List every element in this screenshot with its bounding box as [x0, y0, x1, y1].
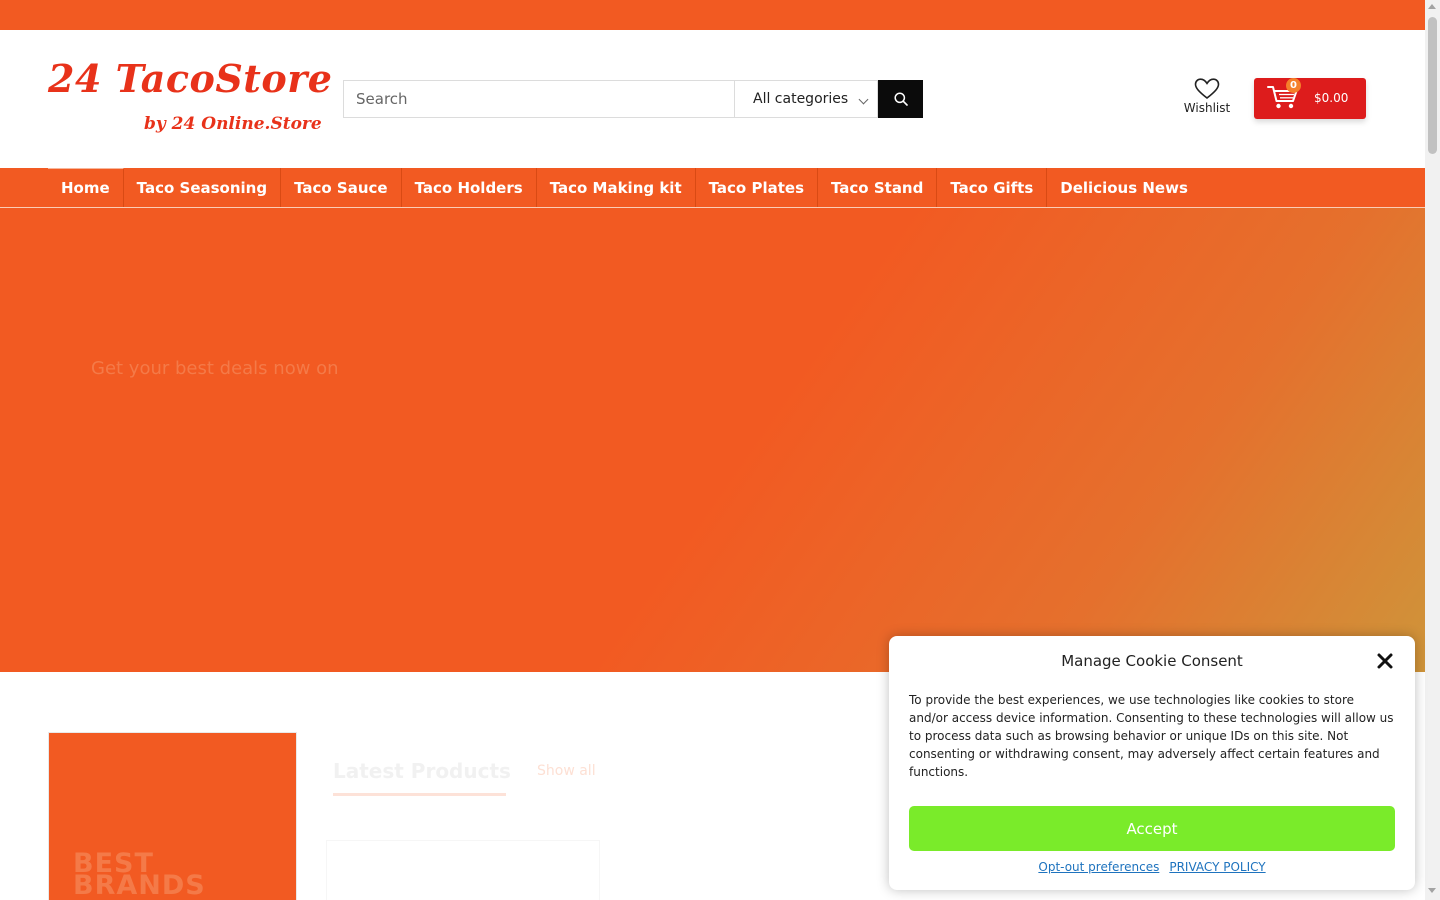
- cart-count-badge: 0: [1286, 78, 1301, 93]
- privacy-policy-link[interactable]: PRIVACY POLICY: [1169, 860, 1265, 874]
- search-input[interactable]: [343, 80, 734, 118]
- main-nav: Home Taco Seasoning Taco Sauce Taco Hold…: [0, 168, 1425, 208]
- best-brands-title: BEST BRANDS: [73, 848, 206, 900]
- nav-item-taco-making-kit[interactable]: Taco Making kit: [537, 168, 696, 207]
- product-card[interactable]: [326, 840, 600, 900]
- search-icon: [893, 92, 908, 106]
- cookie-message: To provide the best experiences, we use …: [909, 693, 1394, 779]
- category-select-value: All categories: [753, 91, 849, 107]
- tab-latest-products[interactable]: Latest Products: [333, 759, 511, 783]
- scroll-up-arrow-icon[interactable]: [1428, 4, 1436, 9]
- cookie-consent-dialog: Manage Cookie Consent To provide the bes…: [889, 636, 1415, 890]
- nav-item-taco-seasoning[interactable]: Taco Seasoning: [124, 168, 282, 207]
- show-all-link[interactable]: Show all: [537, 763, 596, 779]
- site-logo[interactable]: 24 TacoStore by 24 Online.Store: [48, 54, 332, 144]
- logo-title: 24 TacoStore: [48, 56, 333, 101]
- scroll-down-arrow-icon[interactable]: [1428, 888, 1436, 893]
- chevron-down-icon: [858, 94, 869, 105]
- site-header: 24 TacoStore by 24 Online.Store All cate…: [0, 30, 1425, 168]
- nav-item-taco-stand[interactable]: Taco Stand: [818, 168, 938, 207]
- wishlist-link[interactable]: Wishlist: [1178, 78, 1236, 122]
- top-bar: [0, 0, 1425, 30]
- cookie-title: Manage Cookie Consent: [1061, 652, 1243, 670]
- search-bar: All categories: [343, 80, 923, 118]
- opt-out-preferences-link[interactable]: Opt-out preferences: [1038, 860, 1159, 874]
- hero-text: Get your best deals now on: [91, 358, 339, 379]
- nav-item-delicious-news[interactable]: Delicious News: [1047, 168, 1201, 207]
- cookie-links: Opt-out preferences PRIVACY POLICY: [889, 860, 1415, 874]
- nav-list: Home Taco Seasoning Taco Sauce Taco Hold…: [48, 168, 1201, 207]
- nav-item-taco-holders[interactable]: Taco Holders: [402, 168, 537, 207]
- search-button[interactable]: [878, 80, 923, 118]
- logo-subtitle: by 24 Online.Store: [144, 114, 322, 134]
- best-brands-banner[interactable]: BEST BRANDS: [48, 732, 297, 900]
- nav-item-home[interactable]: Home: [48, 168, 124, 207]
- close-icon[interactable]: [1375, 651, 1395, 671]
- nav-item-taco-plates[interactable]: Taco Plates: [696, 168, 818, 207]
- hero-banner: Get your best deals now on: [0, 208, 1425, 672]
- accept-button[interactable]: Accept: [909, 806, 1395, 851]
- page-scrollbar[interactable]: [1425, 0, 1440, 900]
- heart-icon: [1194, 78, 1220, 100]
- nav-item-taco-sauce[interactable]: Taco Sauce: [281, 168, 402, 207]
- nav-item-taco-gifts[interactable]: Taco Gifts: [937, 168, 1048, 207]
- category-select[interactable]: All categories: [734, 80, 878, 118]
- scrollbar-thumb[interactable]: [1428, 17, 1437, 154]
- cart-total: $0.00: [1314, 91, 1349, 105]
- cart-button[interactable]: 0 $0.00: [1254, 78, 1366, 119]
- tab-underline: [333, 793, 506, 796]
- wishlist-label: Wishlist: [1183, 101, 1231, 115]
